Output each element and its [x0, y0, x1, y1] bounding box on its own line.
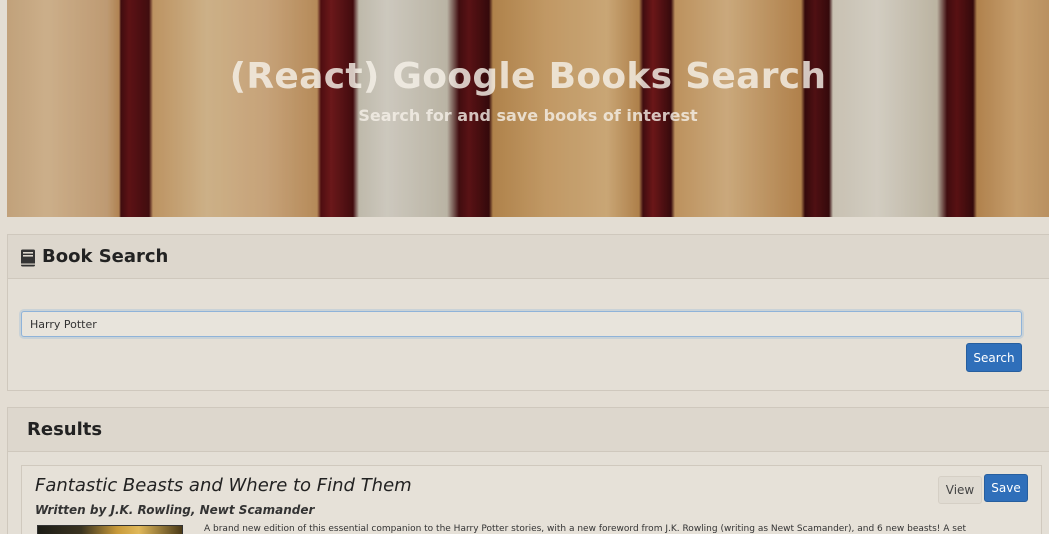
- hero-title: (React) Google Books Search: [229, 56, 827, 97]
- save-button[interactable]: Save: [984, 474, 1028, 502]
- book-title: Fantastic Beasts and Where to Find Them: [35, 475, 412, 496]
- results-panel: Results Fantastic Beasts and Where to Fi…: [7, 407, 1049, 534]
- book-cover-image: [37, 525, 183, 534]
- hero-subtitle: Search for and save books of interest: [358, 106, 698, 125]
- hero-banner: (React) Google Books Search Search for a…: [7, 0, 1049, 217]
- view-button[interactable]: View: [938, 476, 982, 504]
- book-search-header: Book Search: [8, 235, 1049, 279]
- search-input[interactable]: [21, 311, 1022, 337]
- results-header: Results: [8, 408, 1049, 452]
- book-authors: Written by J.K. Rowling, Newt Scamander: [35, 503, 315, 517]
- search-button[interactable]: Search: [966, 343, 1022, 372]
- book-search-title: Book Search: [42, 246, 169, 267]
- results-title: Results: [27, 419, 103, 440]
- book-description: A brand new edition of this essential co…: [204, 524, 967, 534]
- book-icon: [20, 249, 36, 267]
- book-search-panel: Book Search Search: [7, 234, 1049, 391]
- result-card: Fantastic Beasts and Where to Find Them …: [21, 465, 1042, 534]
- page: (React) Google Books Search Search for a…: [0, 0, 1049, 534]
